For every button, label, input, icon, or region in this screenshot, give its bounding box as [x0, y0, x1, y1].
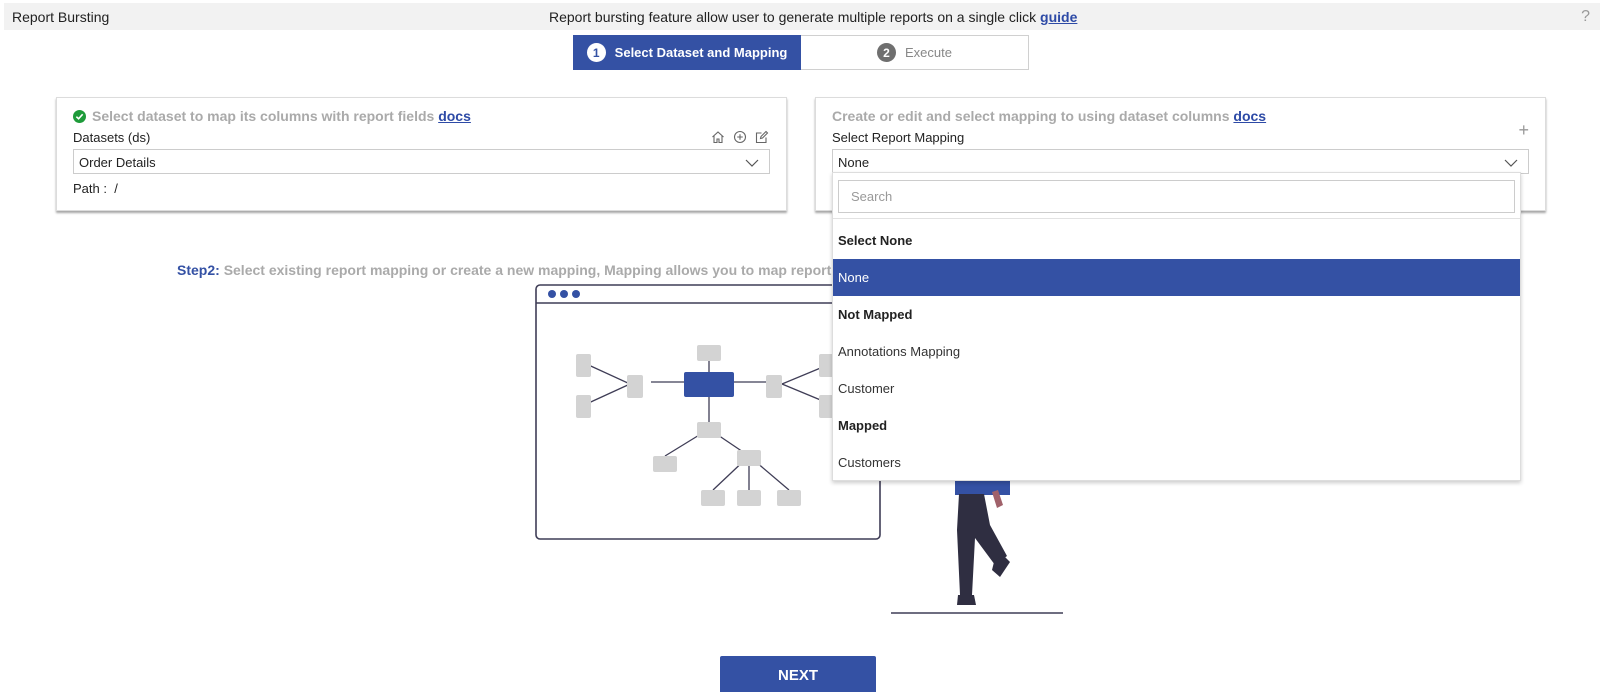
- feature-message-text: Report bursting feature allow user to ge…: [549, 9, 1037, 25]
- wizard-steps: 1 Select Dataset and Mapping 2 Execute: [573, 35, 1029, 70]
- dropdown-divider: [833, 218, 1520, 219]
- step-number-1: 1: [586, 43, 606, 62]
- dropdown-option[interactable]: None: [833, 259, 1520, 296]
- path-label: Path :: [73, 181, 107, 196]
- search-input[interactable]: [838, 180, 1515, 213]
- step2-instruction: Step2: Select existing report mapping or…: [177, 262, 857, 278]
- dropdown-group-header: Mapped: [838, 418, 888, 433]
- top-bar: Report Bursting Report bursting feature …: [4, 3, 1600, 30]
- add-mapping-icon[interactable]: +: [1518, 120, 1529, 141]
- dropdown-option[interactable]: Annotations Mapping: [833, 333, 1520, 370]
- report-mapping-select[interactable]: None: [832, 149, 1529, 174]
- dataset-card-title-text: Select dataset to map its columns with r…: [92, 108, 435, 124]
- dataset-select-value: Order Details: [79, 155, 156, 170]
- next-button[interactable]: NEXT: [720, 656, 876, 692]
- dataset-path: Path : /: [73, 181, 118, 196]
- person-illustration: [891, 470, 1063, 614]
- step-label-1: Select Dataset and Mapping: [614, 45, 788, 60]
- dataset-actions: [710, 129, 770, 145]
- dataset-card-title: Select dataset to map its columns with r…: [73, 108, 471, 124]
- dropdown-option[interactable]: Customers: [833, 444, 1520, 481]
- dataset-card: Select dataset to map its columns with r…: [56, 97, 787, 211]
- dataset-docs-link[interactable]: docs: [438, 108, 471, 124]
- dropdown-group-header: Not Mapped: [838, 307, 913, 322]
- home-icon[interactable]: [710, 129, 726, 145]
- feature-message: Report bursting feature allow user to ge…: [549, 9, 1077, 25]
- step-label-2: Execute: [905, 45, 952, 60]
- app-title: Report Bursting: [12, 9, 110, 25]
- check-circle-icon: [73, 109, 86, 123]
- report-mapping-label: Select Report Mapping: [832, 130, 965, 145]
- mapping-docs-link[interactable]: docs: [1233, 108, 1266, 124]
- step-select-dataset[interactable]: 1 Select Dataset and Mapping: [573, 35, 801, 70]
- dropdown-option[interactable]: Customer: [833, 370, 1520, 407]
- guide-link[interactable]: guide: [1040, 9, 1077, 25]
- step2-text: Select existing report mapping or create…: [223, 262, 857, 278]
- report-mapping-select-value: None: [838, 155, 870, 170]
- add-circle-icon[interactable]: [732, 129, 748, 145]
- step2-label: Step2:: [177, 262, 220, 278]
- path-value: /: [114, 181, 118, 196]
- dropdown-group-header: Select None: [838, 233, 913, 248]
- chevron-down-icon: [745, 156, 759, 171]
- dataset-select[interactable]: Order Details: [73, 149, 770, 174]
- help-icon[interactable]: ?: [1581, 8, 1590, 26]
- chevron-down-icon: [1504, 156, 1518, 171]
- step-execute[interactable]: 2 Execute: [801, 35, 1029, 70]
- report-mapping-dropdown: Select None None Not Mapped Annotations Map…: [832, 172, 1521, 481]
- mapping-card-title: Create or edit and select mapping to usi…: [832, 108, 1266, 124]
- mapping-card-title-text: Create or edit and select mapping to usi…: [832, 108, 1230, 124]
- datasets-label: Datasets (ds): [73, 130, 151, 145]
- edit-icon[interactable]: [754, 129, 770, 145]
- step-number-2: 2: [877, 43, 896, 62]
